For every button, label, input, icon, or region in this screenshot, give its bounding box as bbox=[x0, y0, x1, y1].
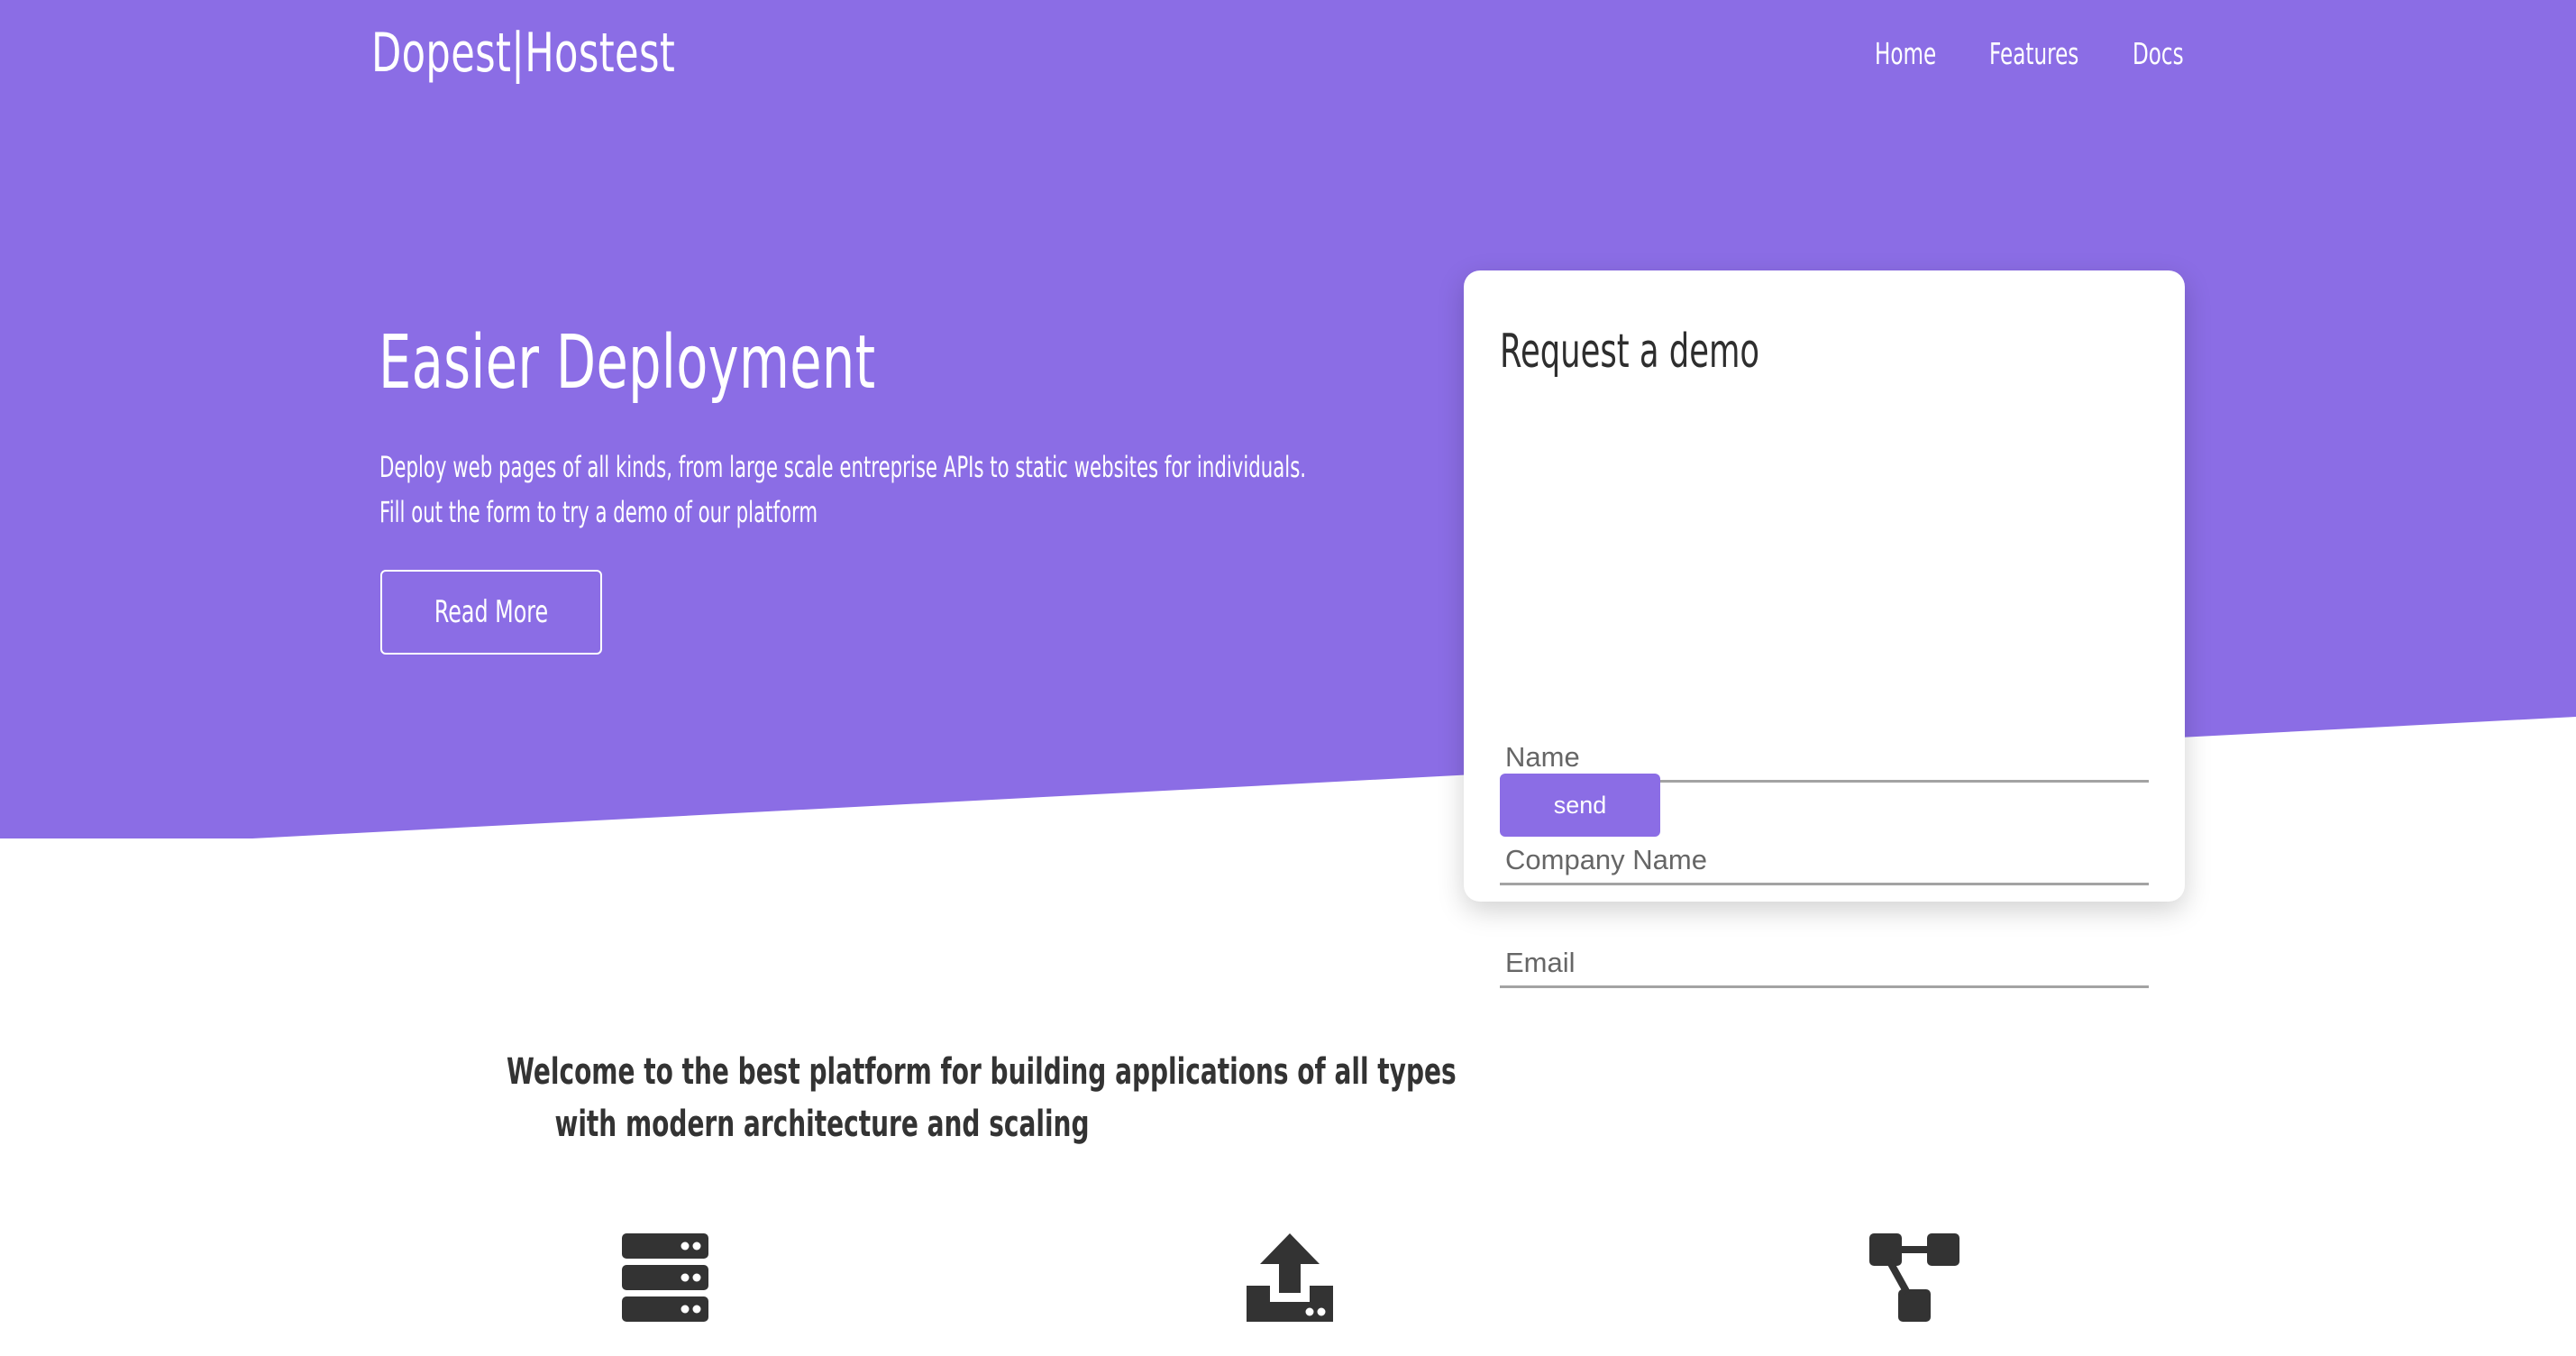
read-more-label: Read More bbox=[434, 594, 549, 630]
hero-description-line: Deploy web pages of all kinds, from larg… bbox=[379, 450, 1307, 484]
request-demo-card: Request a demo send bbox=[1464, 270, 2185, 988]
stat-servers bbox=[485, 1233, 845, 1356]
brand-logo[interactable]: Dopest|Hostest bbox=[371, 22, 675, 85]
request-demo-title: Request a demo bbox=[1500, 325, 1760, 379]
stat-uploads bbox=[1110, 1233, 1470, 1356]
navbar: Dopest|Hostest Home Features Docs bbox=[0, 0, 2576, 117]
read-more-button[interactable]: Read More bbox=[380, 570, 602, 655]
hero-description-line: Fill out the form to try a demo of our p… bbox=[379, 495, 818, 529]
hero-title: Easier Deployment bbox=[379, 320, 876, 406]
server-icon bbox=[622, 1233, 708, 1322]
welcome-line: with modern architecture and scaling bbox=[554, 1104, 1090, 1145]
upload-icon bbox=[1247, 1233, 1333, 1322]
stat-network bbox=[1734, 1233, 2095, 1356]
welcome-heading: Welcome to the best platform for buildin… bbox=[507, 1046, 1457, 1150]
hero-background bbox=[0, 0, 2576, 838]
nav-link-home[interactable]: Home bbox=[1875, 36, 1936, 71]
hero-description: Deploy web pages of all kinds, from larg… bbox=[379, 444, 1306, 535]
nav-link-features[interactable]: Features bbox=[1989, 36, 2078, 71]
company-name-field[interactable] bbox=[1500, 837, 2149, 885]
send-button[interactable]: send bbox=[1500, 774, 1660, 837]
welcome-line: Welcome to the best platform for buildin… bbox=[507, 1051, 1457, 1093]
nav-link-docs[interactable]: Docs bbox=[2133, 36, 2184, 71]
network-icon bbox=[1869, 1233, 1959, 1322]
email-field[interactable] bbox=[1500, 939, 2149, 988]
